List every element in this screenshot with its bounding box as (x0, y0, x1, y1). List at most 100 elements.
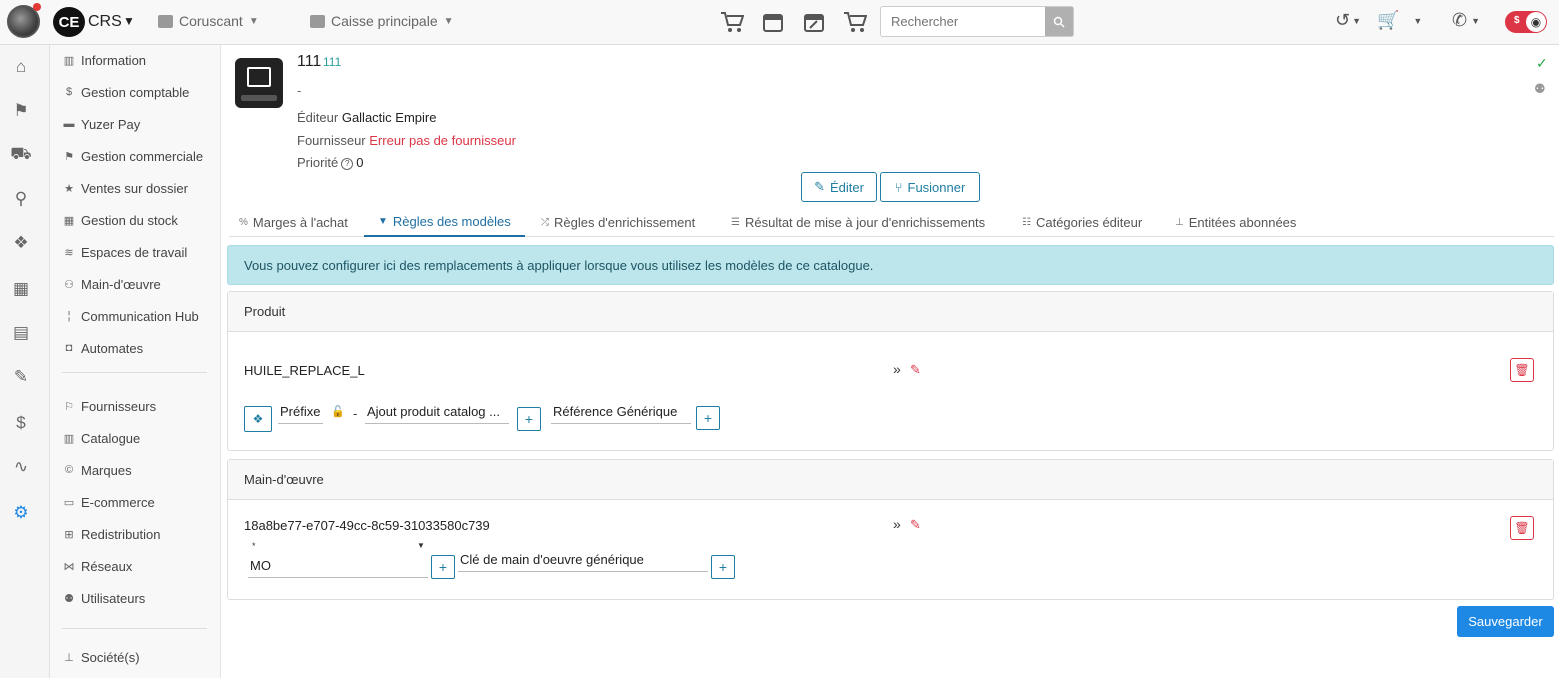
tab-subscribed-entities[interactable]: ⊥ Entitées abonnées (1175, 207, 1296, 237)
sidebar-item-information[interactable]: ▥ Information (62, 49, 146, 71)
tab-bar: % Marges à l'achat ▼ Règles des modèles ⤮ R… (229, 207, 1554, 237)
supplier-value: Erreur pas de fournisseur (369, 133, 516, 148)
sidebar-item-labor[interactable]: ⚇ Main-d'œuvre (62, 273, 161, 295)
dollar-icon: $ (1514, 15, 1520, 26)
tab-enrichment-results[interactable]: ☰ Résultat de mise à jour d'enrichissemen… (731, 207, 985, 237)
history-menu[interactable]: ↺ ▼ (1335, 10, 1361, 31)
delete-button[interactable]: 🗑 (1510, 516, 1534, 540)
template-field-2[interactable]: Référence Générique (551, 400, 691, 424)
sidebar-item-suppliers[interactable]: ⚐ Fournisseurs (62, 395, 156, 417)
sidebar-item-case-sales[interactable]: ★ Ventes sur dossier (62, 177, 188, 199)
chart-line-icon[interactable]: ∿ (10, 456, 32, 478)
sidebar-item-commercial[interactable]: ⚑ Gestion commerciale (62, 145, 203, 167)
labor-type-select[interactable]: MO (248, 554, 428, 578)
org-caret-icon[interactable]: ▼ (123, 14, 135, 28)
delete-button[interactable]: 🗑 (1510, 358, 1534, 382)
cubes-icon[interactable]: ❖ (10, 232, 32, 254)
cart-icon: ▼ (378, 215, 388, 227)
sidebar-item-label: Gestion du stock (81, 212, 178, 228)
sidebar-item-label: E-commerce (81, 494, 155, 510)
dollar-icon[interactable]: $ (10, 412, 32, 434)
save-button[interactable]: Sauvegarder (1457, 606, 1554, 637)
cart-phone-icon: 🛒 (1377, 10, 1400, 30)
calendar-bike-icon[interactable] (759, 8, 787, 36)
unlock-icon[interactable]: 🔓 (331, 405, 345, 418)
warehouse-icon[interactable]: ▦ (10, 278, 32, 300)
sidebar-item-accounting[interactable]: $ Gestion comptable (62, 81, 189, 103)
add-field-button[interactable]: + (431, 555, 455, 579)
edit-icon[interactable]: ✎ (910, 517, 921, 533)
caret-down-icon: ▼ (443, 15, 454, 27)
merge-button[interactable]: ⑂ Fusionner (880, 172, 980, 202)
priority-label: Priorité (297, 155, 339, 170)
handshake-icon[interactable]: ⚑ (10, 100, 32, 122)
catalog-code: 111 (323, 55, 342, 69)
motorcycle-icon[interactable]: ⛟ (10, 144, 32, 166)
sidebar-item-label: Catalogue (81, 430, 141, 446)
sidebar-item-label: Utilisateurs (81, 590, 146, 606)
question-circle-icon[interactable]: ? (341, 157, 354, 170)
edit-button[interactable]: ✎ Éditer (801, 172, 877, 202)
edit-button-label: Éditer (829, 179, 864, 195)
sidebar-item-catalog[interactable]: ▥ Catalogue (62, 427, 140, 449)
sidebar-item-workspaces[interactable]: ≋ Espaces de travail (62, 241, 187, 263)
caret-down-icon[interactable]: ▼ (417, 541, 425, 550)
warehouse-icon: ▦ (63, 214, 75, 227)
calendar-wrench-icon[interactable] (800, 8, 828, 36)
sidebar-item-label: Automates (81, 340, 144, 356)
percent-icon: % (239, 216, 248, 228)
phone-menu[interactable]: ✆ ▼ (1452, 10, 1480, 31)
catalog-title: 111 (297, 53, 322, 70)
users-icon[interactable]: ⚉ (1534, 81, 1546, 97)
sidebar-item-brands[interactable]: © Marques (62, 459, 132, 481)
trash-icon: 🗑 (1514, 521, 1530, 535)
tab-purchase-margins[interactable]: % Marges à l'achat (239, 207, 348, 237)
users-icon: ⚉ (64, 592, 74, 605)
search-box (880, 6, 1074, 37)
share-nodes-icon: ⋈ (63, 560, 75, 573)
tab-editor-categories[interactable]: ☷ Catégories éditeur (1022, 207, 1142, 237)
register-selector[interactable]: Caisse principale ▼ (310, 13, 454, 29)
cubes-toggle-button[interactable]: ❖ (244, 406, 272, 432)
sidebar-item-ecommerce[interactable]: ▭ E-commerce (62, 491, 155, 513)
tab-enrichment-rules[interactable]: ⤮ Règles d'enrichissement (541, 207, 695, 237)
tab-template-rules[interactable]: ▼ Règles des modèles (364, 207, 525, 237)
network-icon: ⊞ (64, 528, 74, 541)
sidebar-item-label: Réseaux (81, 558, 133, 574)
cart-bike-icon[interactable] (841, 8, 869, 36)
catalog-logo (235, 58, 283, 108)
sidebar-item-yuzer-pay[interactable]: ▬ Yuzer Pay (62, 113, 141, 135)
price-visibility-toggle[interactable]: $ ◉ (1505, 11, 1547, 33)
search-input[interactable] (881, 7, 1047, 36)
location-selector[interactable]: Coruscant ▼ (158, 13, 259, 29)
sidebar-item-automates[interactable]: ◘ Automates (62, 337, 143, 359)
sidebar-item-networks[interactable]: ⋈ Réseaux (62, 555, 133, 577)
edit-icon[interactable]: ✎ (910, 362, 921, 378)
labor-key-field[interactable]: Clé de main d'oeuvre générique (458, 548, 708, 572)
search-button[interactable] (1045, 7, 1073, 36)
sidebar-item-users[interactable]: ⚉ Utilisateurs (62, 587, 145, 609)
sidebar-item-companies[interactable]: ⊥ Société(s) (62, 646, 139, 668)
prefix-field[interactable]: Préfixe (278, 400, 323, 424)
calendar-icon[interactable]: ▤ (10, 322, 32, 344)
user-initials-badge[interactable]: CE (53, 7, 85, 37)
double-chevron-right-icon[interactable]: » (893, 361, 901, 377)
cart-icon[interactable] (718, 8, 746, 36)
add-field-button[interactable]: + (711, 555, 735, 579)
settings-gears-icon[interactable]: ⚙ (10, 502, 32, 524)
pos-cart-menu[interactable]: 🛒 ▼ (1377, 10, 1422, 31)
sidebar-item-redistribution[interactable]: ⊞ Redistribution (62, 523, 160, 545)
add-field-button[interactable]: + (517, 407, 541, 431)
credit-card-icon: ▬ (63, 118, 75, 130)
double-chevron-right-icon[interactable]: » (893, 516, 901, 532)
handshake-icon: ⚑ (64, 150, 74, 163)
wrench-icon[interactable]: ✎ (10, 366, 32, 388)
add-field-button[interactable]: + (696, 406, 720, 430)
home-icon[interactable]: ⌂ (10, 56, 32, 78)
org-name[interactable]: CRS (88, 13, 122, 31)
template-field-1[interactable]: Ajout produit catalog ... (365, 400, 509, 424)
bicycle-icon[interactable]: ⚲ (10, 188, 32, 210)
sidebar-item-communication-hub[interactable]: ¦ Communication Hub (62, 305, 199, 327)
sidebar-item-stock[interactable]: ▦ Gestion du stock (62, 209, 178, 231)
select-marker: * (252, 541, 256, 551)
